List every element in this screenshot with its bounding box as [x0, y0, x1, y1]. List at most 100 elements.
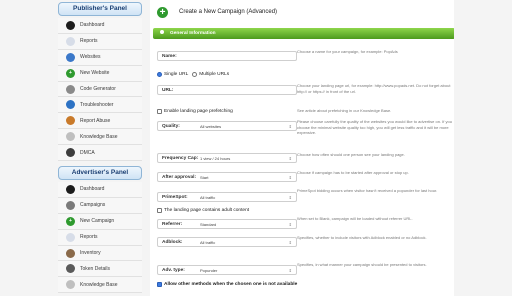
allow-other-methods-label: Allow other methods when the chosen one …	[164, 282, 298, 287]
select-arrows-icon: ⇕	[288, 221, 292, 227]
publisher-item-dmca[interactable]: DMCA	[58, 145, 142, 162]
add-icon: +	[66, 68, 75, 78]
after-approval-select[interactable]: After approval: Start ⇕	[157, 172, 297, 182]
name-field[interactable]: Name:	[157, 51, 297, 61]
frequency-cap-select[interactable]: Frequency Cap: 1 view / 24 hours ⇕	[157, 153, 297, 163]
publisher-item-code-generator[interactable]: Code Generator	[58, 81, 142, 98]
troubleshooter-icon	[66, 100, 75, 110]
url-mode-radio-group: Single URL Multiple URLs	[157, 72, 229, 77]
select-arrows-icon: ⇕	[288, 239, 292, 245]
publisher-menu: Dashboard Reports Websites + New Website Code…	[58, 18, 142, 162]
primespot-label: PrimeSpot:	[162, 194, 188, 200]
allow-other-methods-checkbox[interactable]: Allow other methods when the chosen one …	[157, 282, 297, 287]
dashboard-icon	[66, 184, 75, 194]
referrer-help: When set to Blank, campaign will be load…	[297, 216, 413, 221]
publisher-panel-title: Publisher's Panel	[58, 2, 142, 16]
landing-prefetch-checkbox[interactable]: Enable landing page prefetching	[157, 109, 233, 114]
primespot-help: PrimeSpot bidding occurs when visitor ha…	[297, 188, 438, 193]
advertiser-item-label: Campaigns	[80, 202, 106, 209]
advertiser-item-label: Knowledge Base	[80, 281, 118, 288]
code-icon	[66, 84, 75, 94]
publisher-item-label: New Website	[80, 70, 110, 77]
advertiser-item-campaigns[interactable]: Campaigns	[58, 197, 142, 214]
prefetch-help: See article about prefetching in our Kno…	[297, 108, 392, 113]
token-icon	[66, 264, 75, 274]
advertiser-item-label: New Campaign	[80, 218, 115, 225]
primespot-select[interactable]: PrimeSpot: All traffic ⇕	[157, 192, 297, 202]
referrer-select[interactable]: Referrer: Standard ⇕	[157, 219, 297, 229]
adv-type-help: Specifies, in what manner your campaign …	[297, 262, 427, 267]
add-icon: +	[66, 216, 75, 226]
publisher-item-reports[interactable]: Reports	[58, 33, 142, 50]
multiple-urls-label: Multiple URLs	[199, 72, 230, 77]
publisher-item-label: Dashboard	[80, 22, 105, 29]
section-title: General Information	[170, 31, 216, 36]
publisher-item-knowledge-base[interactable]: Knowledge Base	[58, 129, 142, 146]
url-field[interactable]: URL:	[157, 85, 297, 95]
checkbox[interactable]	[157, 109, 162, 114]
page-margin	[454, 0, 512, 296]
referrer-value: Standard	[200, 221, 217, 227]
adblock-help: Specifies, whether to include visitors w…	[297, 235, 427, 240]
quality-select[interactable]: Quality: All websites ⇕	[157, 121, 297, 131]
publisher-item-websites[interactable]: Websites	[58, 49, 142, 66]
megaphone-icon	[66, 116, 75, 126]
page-header: + Create a New Campaign (Advanced)	[150, 0, 454, 24]
multiple-urls-radio[interactable]	[192, 72, 198, 77]
landing-prefetch-label: Enable landing page prefetching	[164, 109, 233, 114]
publisher-item-label: Websites	[80, 54, 101, 61]
dashboard-icon	[66, 20, 75, 30]
advertiser-item-reports[interactable]: Reports	[58, 229, 142, 246]
single-url-radio[interactable]	[157, 72, 162, 77]
primespot-value: All traffic	[200, 194, 216, 200]
inventory-icon	[66, 248, 75, 258]
checkbox-checked[interactable]	[157, 282, 162, 287]
select-arrows-icon: ⇕	[288, 194, 292, 200]
publisher-item-label: DMCA	[80, 149, 95, 156]
publisher-item-troubleshooter[interactable]: Troubleshooter	[58, 97, 142, 114]
advertiser-item-dashboard[interactable]: Dashboard	[58, 182, 142, 198]
sidebar: Publisher's Panel Dashboard Reports Websit…	[58, 2, 142, 296]
publisher-item-label: Reports	[80, 38, 98, 45]
adv-type-label: Adv. type:	[162, 267, 185, 273]
bullet-icon	[160, 30, 164, 34]
section-header: General Information	[153, 28, 455, 39]
advertiser-item-label: Reports	[80, 234, 98, 241]
name-help: Choose a name for your campaign, for exa…	[297, 49, 398, 54]
referrer-label: Referrer:	[162, 221, 183, 227]
reports-icon	[66, 232, 75, 242]
frequency-value: 1 view / 24 hours	[200, 155, 231, 161]
frequency-label: Frequency Cap:	[162, 155, 199, 161]
name-label: Name:	[162, 53, 177, 59]
adv-type-select[interactable]: Adv. type: Popunder ⇕	[157, 265, 297, 275]
add-campaign-icon: +	[157, 6, 168, 18]
websites-icon	[66, 52, 75, 62]
reports-icon	[66, 36, 75, 46]
advertiser-item-label: Token Details	[80, 265, 111, 272]
select-arrows-icon: ⇕	[288, 174, 292, 180]
select-arrows-icon: ⇕	[288, 123, 292, 129]
single-url-label: Single URL	[164, 72, 189, 77]
advertiser-item-token-details[interactable]: Token Details	[58, 261, 142, 278]
adblock-value: All traffic	[200, 239, 216, 245]
url-label: URL:	[162, 87, 174, 93]
publisher-item-report-abuse[interactable]: Report Abuse	[58, 113, 142, 130]
campaigns-icon	[66, 200, 75, 210]
adult-content-checkbox[interactable]: The landing page contains adult content	[157, 208, 249, 213]
knowledge-icon	[66, 280, 75, 290]
adblock-select[interactable]: Adblock: All traffic ⇕	[157, 237, 297, 247]
advertiser-item-label: Dashboard	[80, 186, 105, 193]
advertiser-item-knowledge-base[interactable]: Knowledge Base	[58, 277, 142, 294]
checkbox[interactable]	[157, 208, 162, 213]
dmca-icon	[66, 148, 75, 158]
publisher-item-label: Code Generator	[80, 86, 116, 92]
select-arrows-icon: ⇕	[288, 155, 292, 161]
publisher-item-new-website[interactable]: + New Website	[58, 65, 142, 82]
publisher-item-label: Report Abuse	[80, 117, 111, 124]
adv-type-value: Popunder	[200, 267, 218, 273]
advertiser-item-new-campaign[interactable]: + New Campaign	[58, 213, 142, 230]
publisher-item-dashboard[interactable]: Dashboard	[58, 18, 142, 34]
after-approval-label: After approval:	[162, 174, 197, 180]
quality-help: Please choose carefully the quality of t…	[297, 119, 452, 136]
advertiser-item-inventory[interactable]: Inventory	[58, 245, 142, 262]
